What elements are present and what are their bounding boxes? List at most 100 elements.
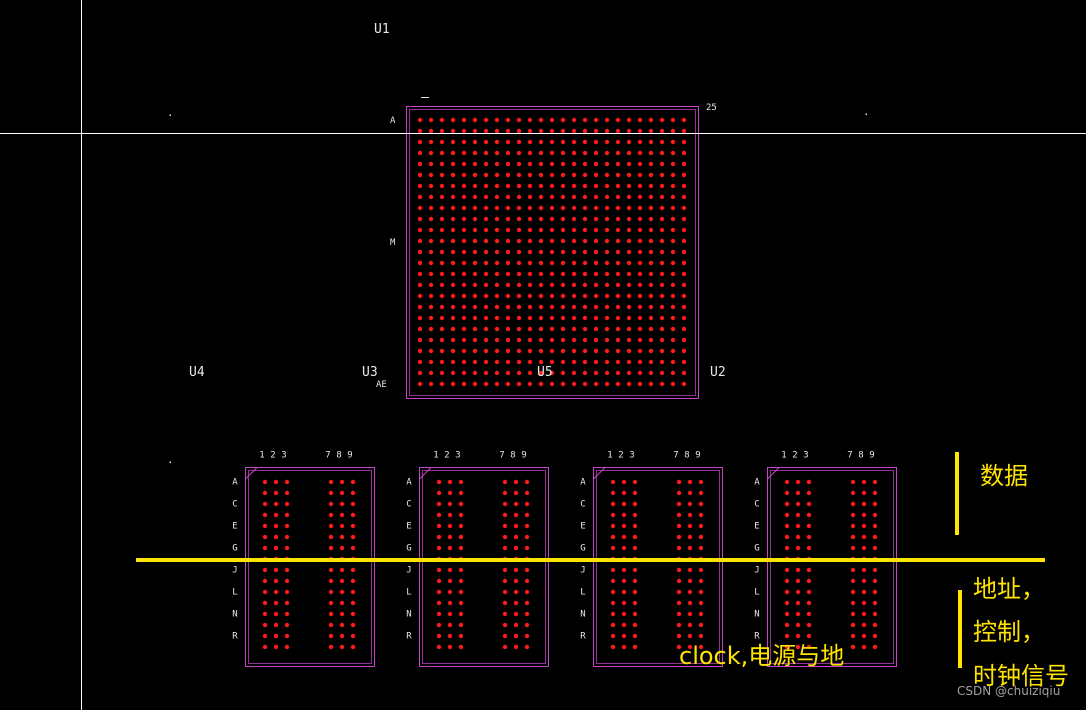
bga-pad-AB3[interactable] [439, 348, 445, 354]
memory-pad-P7[interactable] [502, 622, 508, 628]
memory-pad-N1[interactable] [262, 611, 268, 617]
bga-pad-U23[interactable] [659, 293, 665, 299]
memory-pad-N7[interactable] [850, 611, 856, 617]
bga-pad-H1[interactable] [417, 194, 423, 200]
bga-pad-P23[interactable] [659, 260, 665, 266]
memory-pad-E3[interactable] [284, 523, 290, 529]
bga-pad-E10[interactable] [516, 161, 522, 167]
bga-pad-N6[interactable] [472, 249, 478, 255]
bga-pad-P20[interactable] [626, 260, 632, 266]
bga-pad-N24[interactable] [670, 249, 676, 255]
bga-pad-AD5[interactable] [461, 370, 467, 376]
memory-pad-M9[interactable] [872, 600, 878, 606]
memory-pad-E1[interactable] [436, 523, 442, 529]
bga-pad-T9[interactable] [505, 282, 511, 288]
bga-pad-AA21[interactable] [637, 337, 643, 343]
bga-pad-T6[interactable] [472, 282, 478, 288]
bga-pad-D1[interactable] [417, 150, 423, 156]
memory-pad-B7[interactable] [850, 490, 856, 496]
memory-pad-P2[interactable] [273, 622, 279, 628]
memory-pad-N9[interactable] [524, 611, 530, 617]
bga-pad-R23[interactable] [659, 271, 665, 277]
bga-pad-AB23[interactable] [659, 348, 665, 354]
bga-pad-L24[interactable] [670, 227, 676, 233]
bga-pad-R6[interactable] [472, 271, 478, 277]
bga-pad-J23[interactable] [659, 205, 665, 211]
bga-pad-AC14[interactable] [560, 359, 566, 365]
bga-pad-H8[interactable] [494, 194, 500, 200]
bga-pad-U3[interactable] [439, 293, 445, 299]
bga-pad-J10[interactable] [516, 205, 522, 211]
bga-pad-V13[interactable] [549, 304, 555, 310]
memory-pad-J8[interactable] [861, 567, 867, 573]
bga-pad-AD21[interactable] [637, 370, 643, 376]
bga-pad-V21[interactable] [637, 304, 643, 310]
bga-pad-C17[interactable] [593, 139, 599, 145]
memory-pad-P1[interactable] [610, 622, 616, 628]
memory-pad-E8[interactable] [687, 523, 693, 529]
memory-pad-J2[interactable] [621, 567, 627, 573]
bga-pad-H11[interactable] [527, 194, 533, 200]
bga-pad-G6[interactable] [472, 183, 478, 189]
memory-pad-P2[interactable] [621, 622, 627, 628]
memory-pad-B8[interactable] [513, 490, 519, 496]
bga-pad-W20[interactable] [626, 315, 632, 321]
memory-pad-G2[interactable] [273, 545, 279, 551]
bga-pad-AE15[interactable] [571, 381, 577, 387]
bga-pad-T3[interactable] [439, 282, 445, 288]
memory-pad-N3[interactable] [458, 611, 464, 617]
memory-pad-B3[interactable] [632, 490, 638, 496]
bga-pad-L13[interactable] [549, 227, 555, 233]
bga-pad-V9[interactable] [505, 304, 511, 310]
bga-pad-P2[interactable] [428, 260, 434, 266]
bga-pad-P7[interactable] [483, 260, 489, 266]
bga-pad-J24[interactable] [670, 205, 676, 211]
bga-pad-U12[interactable] [538, 293, 544, 299]
bga-pad-V1[interactable] [417, 304, 423, 310]
bga-pad-AA14[interactable] [560, 337, 566, 343]
bga-pad-AB20[interactable] [626, 348, 632, 354]
bga-pad-T18[interactable] [604, 282, 610, 288]
bga-pad-T4[interactable] [450, 282, 456, 288]
bga-pad-AC21[interactable] [637, 359, 643, 365]
memory-pad-C2[interactable] [621, 501, 627, 507]
bga-pad-K5[interactable] [461, 216, 467, 222]
bga-pad-N16[interactable] [582, 249, 588, 255]
bga-pad-Y19[interactable] [615, 326, 621, 332]
memory-pad-N8[interactable] [513, 611, 519, 617]
memory-pad-T2[interactable] [447, 644, 453, 650]
memory-pad-A1[interactable] [784, 479, 790, 485]
bga-pad-K1[interactable] [417, 216, 423, 222]
memory-pad-M9[interactable] [698, 600, 704, 606]
bga-pad-A16[interactable] [582, 117, 588, 123]
memory-pad-G1[interactable] [262, 545, 268, 551]
memory-pad-G8[interactable] [513, 545, 519, 551]
memory-pad-T8[interactable] [861, 644, 867, 650]
bga-pad-Y18[interactable] [604, 326, 610, 332]
bga-pad-E8[interactable] [494, 161, 500, 167]
memory-pad-A3[interactable] [284, 479, 290, 485]
bga-pad-H10[interactable] [516, 194, 522, 200]
bga-pad-F16[interactable] [582, 172, 588, 178]
memory-pad-L7[interactable] [850, 589, 856, 595]
bga-pad-B5[interactable] [461, 128, 467, 134]
bga-pad-P12[interactable] [538, 260, 544, 266]
bga-pad-AE24[interactable] [670, 381, 676, 387]
memory-pad-K3[interactable] [458, 578, 464, 584]
memory-pad-B9[interactable] [698, 490, 704, 496]
bga-pad-W7[interactable] [483, 315, 489, 321]
bga-pad-AA10[interactable] [516, 337, 522, 343]
bga-pad-B15[interactable] [571, 128, 577, 134]
bga-pad-AB11[interactable] [527, 348, 533, 354]
memory-pad-E3[interactable] [632, 523, 638, 529]
bga-pad-L2[interactable] [428, 227, 434, 233]
bga-pad-W8[interactable] [494, 315, 500, 321]
bga-pad-AE22[interactable] [648, 381, 654, 387]
memory-pad-J2[interactable] [795, 567, 801, 573]
memory-pad-D1[interactable] [784, 512, 790, 518]
bga-pad-K19[interactable] [615, 216, 621, 222]
bga-pad-C13[interactable] [549, 139, 555, 145]
bga-pad-M4[interactable] [450, 238, 456, 244]
memory-pad-M7[interactable] [502, 600, 508, 606]
bga-pad-A10[interactable] [516, 117, 522, 123]
